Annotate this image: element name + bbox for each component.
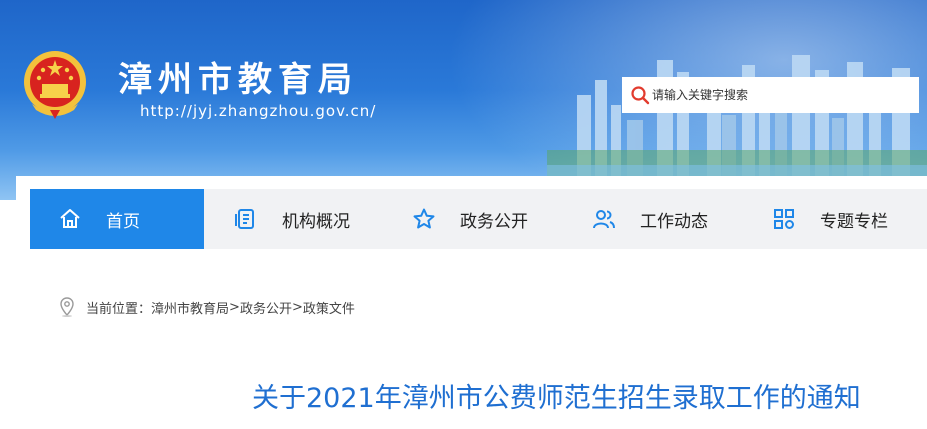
breadcrumb-link-gov-affairs[interactable]: 政务公开 [240,298,292,317]
breadcrumb-prefix: 当前位置： [86,301,152,317]
users-icon [593,210,615,229]
header-banner: 漳州市教育局 http://jyj.zhangzhou.gov.cn/ [0,0,927,200]
nav-item-home[interactable]: 首页 [30,189,204,249]
nav-item-institution[interactable]: 机构概况 [204,189,382,249]
home-icon [60,209,80,228]
search-icon[interactable] [630,85,650,105]
nav-item-gov-affairs[interactable]: 政务公开 [382,189,560,249]
grid-icon [774,209,794,229]
star-icon [413,208,435,229]
national-emblem-icon [24,51,86,119]
document-list-icon [235,209,254,229]
nav-item-special-topics[interactable]: 专题专栏 [740,189,927,249]
breadcrumb-link-home[interactable]: 漳州市教育局 [151,298,229,317]
location-pin-icon [60,297,74,317]
nav-item-label: 政务公开 [460,211,528,232]
site-title: 漳州市教育局 [118,60,358,100]
nav-item-label: 机构概况 [282,211,350,232]
breadcrumb-link-policy-docs[interactable]: 政策文件 [303,298,355,317]
nav-item-label: 首页 [106,211,140,232]
main-nav: 首页 机构概况 政务公开 工作动态 专题专栏 [30,189,927,249]
site-url: http://jyj.zhangzhou.gov.cn/ [140,102,377,120]
breadcrumb-separator: > [229,299,240,315]
nav-item-label: 专题专栏 [820,211,888,232]
nav-item-label: 工作动态 [640,211,708,232]
nav-item-work-news[interactable]: 工作动态 [560,189,740,249]
search-input[interactable] [652,83,912,107]
article-title: 关于2021年漳州市公费师范生招生录取工作的通知 [252,383,861,414]
search-box[interactable] [622,77,919,113]
breadcrumb: 当前位置： 漳州市教育局 > 政务公开 > 政策文件 [60,296,355,318]
breadcrumb-separator: > [291,299,303,315]
